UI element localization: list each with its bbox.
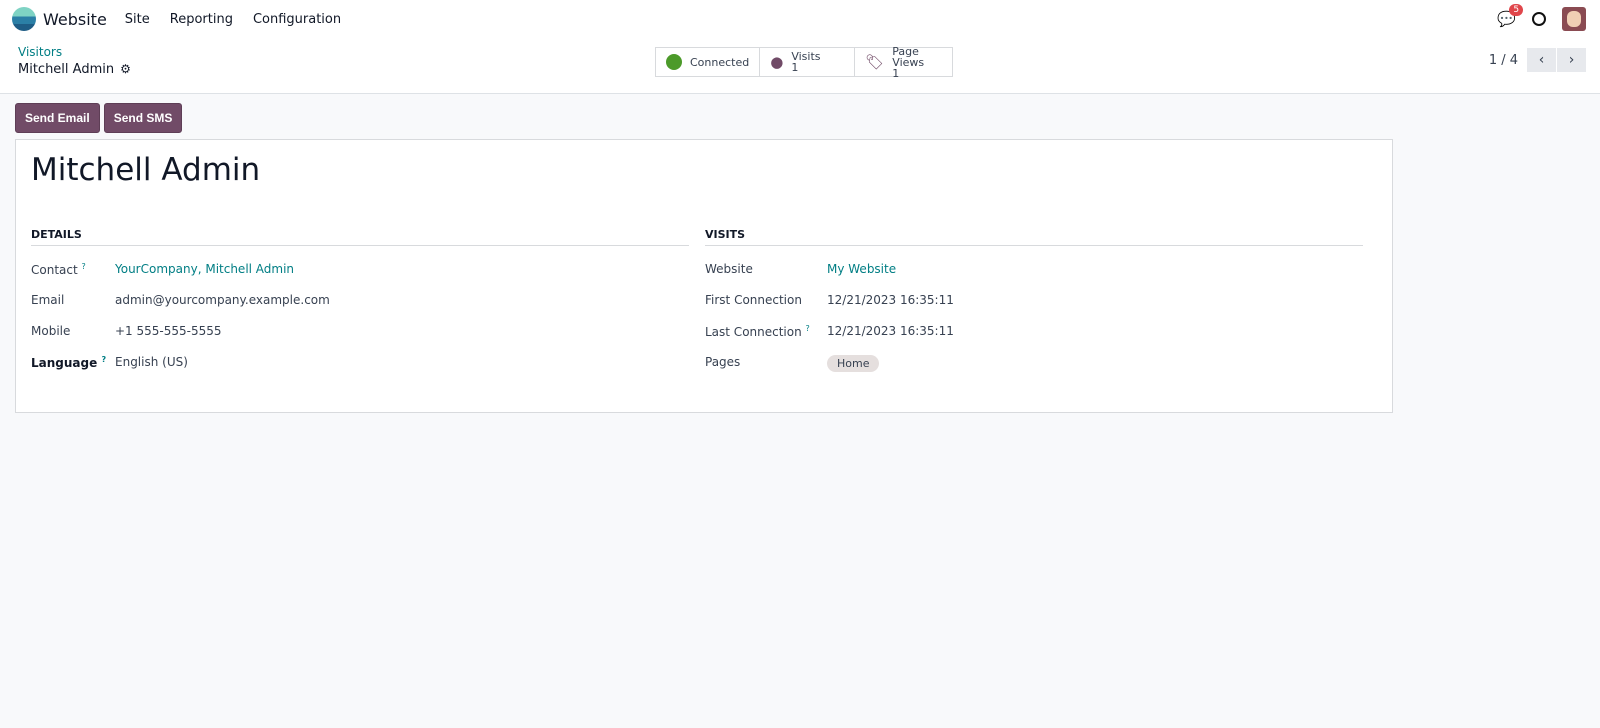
breadcrumb-current-label: Mitchell Admin — [18, 62, 115, 77]
page-tag: Home — [827, 355, 880, 372]
app-name[interactable]: Website — [43, 10, 107, 29]
record-title: Mitchell Admin — [31, 152, 261, 188]
menu-site[interactable]: Site — [125, 12, 150, 27]
connected-label: Connected — [690, 55, 750, 69]
breadcrumb-visitors[interactable]: Visitors — [18, 45, 62, 59]
mobile-value: +1 555-555-5555 — [115, 324, 222, 338]
pager-previous-button[interactable]: ‹ — [1527, 48, 1556, 72]
page-views-button[interactable]: 🏷 Page Views 1 — [855, 44, 952, 79]
help-icon[interactable]: ? — [82, 262, 86, 271]
visits-button[interactable]: ● Visits 1 — [760, 48, 856, 76]
visits-group: VISITS Website My Website First Connectio… — [705, 228, 1363, 382]
email-label: Email — [31, 293, 65, 307]
chat-count-badge: 5 — [1509, 4, 1524, 16]
top-navbar: Website Site Reporting Configuration 💬 5 — [0, 0, 1600, 38]
email-value: admin@yourcompany.example.com — [115, 293, 330, 307]
first-connection-label: First Connection — [705, 293, 802, 307]
page-views-label: Page Views — [892, 44, 925, 69]
globe-icon: ● — [770, 53, 784, 71]
connected-button[interactable]: Connected — [656, 48, 761, 76]
activity-clock-icon[interactable] — [1532, 12, 1546, 26]
menu-configuration[interactable]: Configuration — [253, 12, 341, 27]
contact-link[interactable]: YourCompany, Mitchell Admin — [115, 262, 294, 276]
pager: 1 / 4 ‹ › — [1489, 48, 1586, 72]
language-row: Language ? English (US) — [31, 351, 689, 382]
first-connection-value: 12/21/2023 16:35:11 — [827, 293, 954, 307]
action-buttons: Send Email Send SMS — [15, 103, 183, 133]
form-sheet: Mitchell Admin DETAILS Contact ? YourComp… — [15, 139, 1393, 413]
mobile-row: Mobile +1 555-555-5555 — [31, 320, 689, 351]
language-label: Language ? — [31, 355, 107, 370]
pages-label: Pages — [705, 355, 741, 369]
last-connection-row: Last Connection ? 12/21/2023 16:35:11 — [705, 320, 1363, 351]
details-heading: DETAILS — [31, 228, 689, 246]
send-sms-button[interactable]: Send SMS — [103, 103, 183, 133]
visits-heading: VISITS — [705, 228, 1363, 246]
language-value: English (US) — [115, 355, 188, 369]
website-link[interactable]: My Website — [827, 262, 896, 276]
website-row: Website My Website — [705, 258, 1363, 289]
email-row: Email admin@yourcompany.example.com — [31, 289, 689, 320]
page-views-value: 1 — [892, 66, 900, 80]
send-email-button[interactable]: Send Email — [15, 103, 100, 133]
visits-value: 1 — [791, 61, 799, 74]
pages-row: Pages Home — [705, 351, 1363, 382]
gear-icon[interactable]: ⚙ — [120, 62, 131, 76]
help-icon[interactable]: ? — [806, 324, 810, 333]
breadcrumb-current: Mitchell Admin ⚙ — [18, 62, 131, 77]
pager-value[interactable]: 1 / 4 — [1489, 53, 1518, 68]
chat-icon[interactable]: 💬 5 — [1497, 4, 1524, 28]
menu-reporting[interactable]: Reporting — [170, 12, 233, 27]
help-icon[interactable]: ? — [101, 355, 106, 364]
last-connection-value: 12/21/2023 16:35:11 — [827, 324, 954, 338]
first-connection-row: First Connection 12/21/2023 16:35:11 — [705, 289, 1363, 320]
last-connection-label: Last Connection ? — [705, 324, 810, 339]
connected-status-icon — [666, 54, 682, 70]
user-avatar[interactable] — [1562, 7, 1586, 31]
pager-next-button[interactable]: › — [1557, 48, 1586, 72]
smart-buttons: Connected ● Visits 1 🏷 Page Views 1 — [655, 44, 954, 79]
details-group: DETAILS Contact ? YourCompany, Mitchell A… — [31, 228, 689, 382]
tags-icon: 🏷 — [865, 53, 885, 71]
website-app-logo-icon[interactable] — [12, 7, 36, 31]
contact-row: Contact ? YourCompany, Mitchell Admin — [31, 258, 689, 289]
control-panel: Visitors Mitchell Admin ⚙ Connected ● Visi… — [0, 38, 1600, 94]
contact-label: Contact ? — [31, 262, 86, 277]
website-label: Website — [705, 262, 753, 276]
mobile-label: Mobile — [31, 324, 71, 338]
